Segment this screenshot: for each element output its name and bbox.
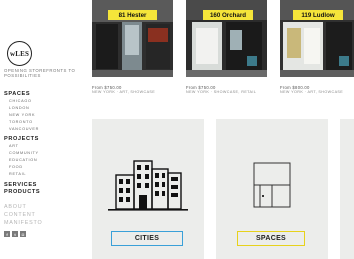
nav-secondary: ABOUT CONTENT MANIFESTO <box>4 203 88 227</box>
facebook-icon[interactable]: f <box>4 231 10 237</box>
listing-meta: NEW YORK · SHOWCASE, RETAIL <box>186 90 257 94</box>
nav-manifesto-link[interactable]: MANIFESTO <box>4 219 88 227</box>
nav-item-chicago[interactable]: CHICAGO <box>4 98 88 105</box>
listing-name[interactable]: 81 Hester <box>108 10 157 20</box>
spaces-button[interactable]: SPACES <box>237 231 305 246</box>
tagline: OPENING STOREFRONTS TO POSSIBILITIES <box>4 68 76 79</box>
social-links: f t ◘ <box>4 231 26 237</box>
nav-item-community[interactable]: COMMUNITY <box>4 150 88 157</box>
category-tile-partial[interactable] <box>340 119 354 259</box>
nav-item-vancouver[interactable]: VANCOUVER <box>4 126 88 133</box>
logo-text: wLES <box>9 49 30 58</box>
nav-item-education[interactable]: EDUCATION <box>4 157 88 164</box>
cities-button[interactable]: CITIES <box>111 231 183 246</box>
nav-products-link[interactable]: PRODUCTS <box>4 189 88 196</box>
nav-item-retail[interactable]: RETAIL <box>4 171 88 178</box>
nav-main: SERVICES PRODUCTS <box>4 182 88 195</box>
listing-name[interactable]: 160 Orchard <box>203 10 253 20</box>
nav-item-art[interactable]: ART <box>4 143 88 150</box>
nav-item-food[interactable]: FOOD <box>4 164 88 171</box>
nav-spaces: SPACES CHICAGO LONDON NEW YORK TORONTO V… <box>4 91 88 133</box>
nav-projects: PROJECTS ART COMMUNITY EDUCATION FOOD RE… <box>4 136 88 178</box>
cities-icon <box>108 160 188 211</box>
nav-item-london[interactable]: LONDON <box>4 105 88 112</box>
logo[interactable]: wLES <box>7 41 32 66</box>
sidebar: wLES OPENING STOREFRONTS TO POSSIBILITIE… <box>0 0 88 259</box>
nav-item-new-york[interactable]: NEW YORK <box>4 112 88 119</box>
category-tile-spaces[interactable]: SPACES <box>216 119 328 259</box>
nav-content-link[interactable]: CONTENT <box>4 211 88 219</box>
listing-name[interactable]: 119 Ludlow <box>293 10 343 20</box>
listing-meta: NEW YORK · ART, SHOWCASE <box>92 90 156 94</box>
instagram-icon[interactable]: ◘ <box>20 231 26 237</box>
nav-about-link[interactable]: ABOUT <box>4 203 88 211</box>
twitter-icon[interactable]: t <box>12 231 18 237</box>
nav-item-toronto[interactable]: TORONTO <box>4 119 88 126</box>
storefront-icon <box>253 162 291 208</box>
listing-meta: NEW YORK · ART, SHOWCASE <box>280 90 344 94</box>
category-tile-cities[interactable]: CITIES <box>92 119 204 259</box>
